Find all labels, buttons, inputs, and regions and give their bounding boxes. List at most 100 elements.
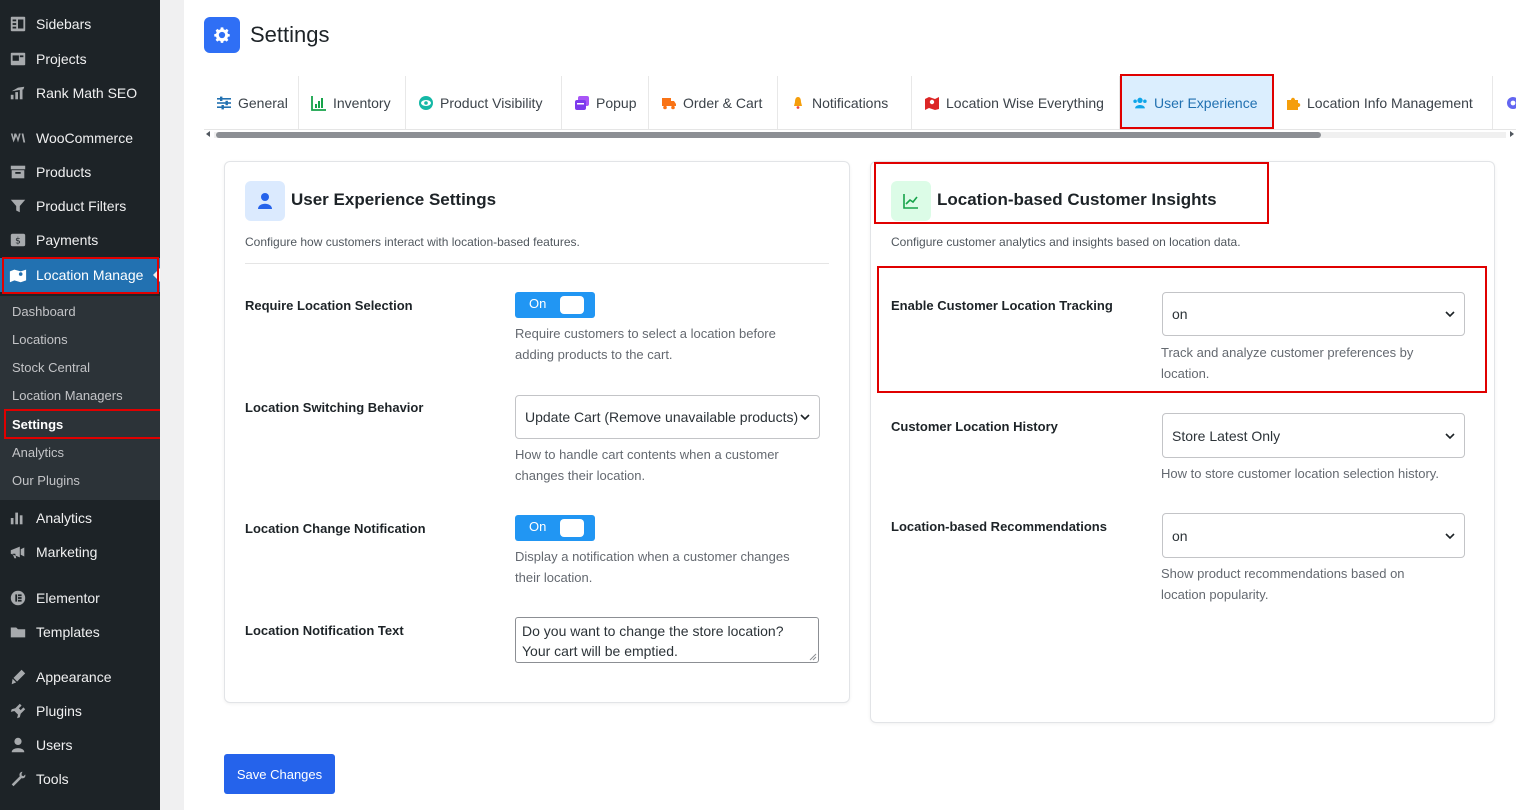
tab-label: Notifications (812, 95, 889, 111)
users-icon (0, 736, 36, 754)
menu-marketing[interactable]: Marketing (0, 535, 160, 569)
customer-insights-title: Location-based Customer Insights (937, 190, 1217, 209)
popup-icon (575, 96, 589, 110)
submenu-analytics[interactable]: Analytics (12, 441, 64, 465)
tab-product-visibility[interactable]: Product Visibility (406, 76, 562, 129)
tracking-label: Enable Customer Location Tracking (891, 298, 1113, 313)
tab-general[interactable]: General (204, 76, 299, 129)
tab-label: User Experience (1154, 95, 1258, 111)
appearance-icon (0, 668, 36, 686)
help-line: Require customers to select a location b… (515, 326, 776, 341)
folder-icon (0, 623, 36, 641)
menu-sidebars[interactable]: Sidebars (0, 7, 160, 41)
svg-text:$: $ (15, 237, 21, 247)
menu-woocommerce[interactable]: WooCommerce (0, 121, 160, 155)
menu-label: Product Filters (36, 198, 127, 214)
help-line: How to store customer location selection… (1161, 466, 1439, 481)
tab-user-experience[interactable]: User Experience (1120, 76, 1273, 129)
menu-product-filters[interactable]: Product Filters (0, 189, 160, 223)
payments-icon: $ (0, 231, 36, 249)
select-value: on (1172, 306, 1188, 322)
menu-label: Users (36, 737, 73, 753)
menu-projects[interactable]: Projects (0, 42, 160, 76)
menu-label: Templates (36, 624, 100, 640)
scroll-left-arrow[interactable] (206, 131, 210, 137)
menu-elementor[interactable]: Elementor (0, 581, 160, 615)
tab-inventory[interactable]: Inventory (299, 76, 406, 129)
recommendations-select[interactable]: on (1162, 513, 1465, 558)
require-location-label: Require Location Selection (245, 298, 413, 313)
chevron-down-icon (1445, 311, 1455, 318)
scroll-right-arrow[interactable] (1510, 131, 1514, 137)
user-experience-description: Configure how customers interact with lo… (245, 235, 580, 249)
menu-label: Products (36, 164, 92, 180)
current-menu-arrow (153, 268, 160, 282)
select-value: Store Latest Only (1172, 427, 1281, 444)
tab-label: Location Info Management (1307, 95, 1473, 111)
help-line: location. (1161, 366, 1210, 381)
settings-tabs: General Inventory Product Visibility Pop… (204, 76, 1516, 130)
menu-products[interactable]: Products (0, 155, 160, 189)
menu-tools[interactable]: Tools (0, 762, 160, 796)
tab-popup[interactable]: Popup (562, 76, 649, 129)
chart-icon (311, 96, 326, 111)
scroll-thumb[interactable] (216, 132, 1321, 138)
resize-grip-icon[interactable] (809, 653, 817, 661)
history-label: Customer Location History (891, 419, 1058, 434)
save-changes-button[interactable]: Save Changes (224, 754, 335, 794)
textarea-line: Do you want to change the store location… (522, 623, 784, 639)
filter-icon (0, 197, 36, 215)
plugins-icon (0, 702, 36, 720)
notification-text-input[interactable]: Do you want to change the store location… (515, 617, 819, 663)
menu-analytics[interactable]: Analytics (0, 501, 160, 535)
tab-label: Inventory (333, 95, 391, 111)
menu-label: Tools (36, 771, 69, 787)
analytics-icon (0, 509, 36, 527)
tab-label: Location Wise Everything (946, 95, 1104, 111)
tab-location-info-management[interactable]: Location Info Management (1273, 76, 1493, 129)
menu-templates[interactable]: Templates (0, 615, 160, 649)
projects-icon (0, 50, 36, 68)
submenu-stock-central[interactable]: Stock Central (12, 356, 90, 380)
help-line: changes their location. (515, 468, 646, 483)
tab-notifications[interactable]: Notifications (778, 76, 912, 129)
tab-more[interactable] (1493, 76, 1516, 129)
history-select[interactable]: Store Latest Only (1162, 413, 1465, 458)
toggle-label: On (529, 296, 547, 311)
submenu-location-managers[interactable]: Location Managers (12, 384, 123, 408)
tab-location-wise-everything[interactable]: Location Wise Everything (912, 76, 1120, 129)
admin-sidebar: Sidebars Projects Rank Math SEO WooComme… (0, 0, 162, 810)
customer-insights-description: Configure customer analytics and insight… (891, 235, 1241, 249)
submenu-locations[interactable]: Locations (12, 328, 68, 352)
menu-label: Payments (36, 232, 99, 248)
recommendations-help: Show product recommendations based on lo… (1161, 563, 1405, 605)
menu-payments[interactable]: $ Payments (0, 223, 160, 257)
require-location-toggle[interactable]: On (515, 292, 595, 318)
tabs-scrollbar[interactable] (204, 130, 1516, 140)
submenu-dashboard[interactable]: Dashboard (12, 300, 76, 324)
tracking-select[interactable]: on (1162, 292, 1465, 336)
menu-label: WooCommerce (36, 130, 133, 146)
tab-label: Popup (596, 95, 637, 111)
menu-label: Sidebars (36, 16, 92, 32)
marketing-icon (0, 543, 36, 561)
menu-rank-math[interactable]: Rank Math SEO (0, 76, 160, 110)
menu-users[interactable]: Users (0, 728, 160, 762)
sidebars-icon (0, 15, 36, 33)
woocommerce-icon (0, 129, 36, 147)
menu-plugins[interactable]: Plugins (0, 694, 160, 728)
notification-text-label: Location Notification Text (245, 623, 404, 638)
chevron-down-icon (1445, 532, 1455, 539)
change-notification-toggle[interactable]: On (515, 515, 595, 541)
submenu-settings[interactable]: Settings (12, 413, 63, 437)
menu-location-manage[interactable]: Location Manage (0, 258, 160, 292)
tab-order-cart[interactable]: Order & Cart (649, 76, 778, 129)
tools-icon (0, 770, 36, 788)
switching-behavior-select[interactable]: Update Cart (Remove unavailable products… (515, 395, 820, 439)
rank-math-icon (0, 84, 36, 102)
require-location-help: Require customers to select a location b… (515, 323, 776, 365)
menu-appearance[interactable]: Appearance (0, 660, 160, 694)
user-icon (245, 181, 285, 221)
help-line: Display a notification when a customer c… (515, 549, 790, 564)
submenu-our-plugins[interactable]: Our Plugins (12, 469, 80, 493)
